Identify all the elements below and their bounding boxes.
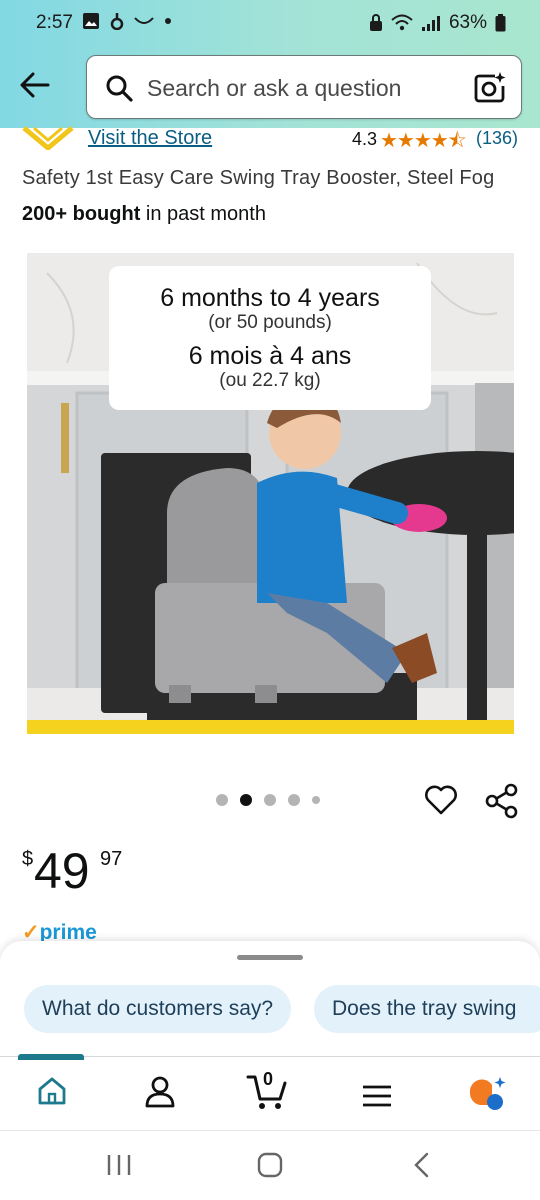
price-currency: $ <box>22 848 34 870</box>
bottom-nav: 0 <box>0 1054 540 1130</box>
carousel-dot[interactable] <box>216 794 228 806</box>
wishlist-heart-icon[interactable] <box>424 784 458 816</box>
price-fraction: 97 <box>100 848 123 870</box>
carousel-dot-active[interactable] <box>240 794 252 806</box>
battery-icon <box>495 14 506 32</box>
visit-store-link[interactable]: Visit the Store <box>88 127 212 150</box>
age-range-fr: 6 mois à 4 ans <box>188 342 352 370</box>
search-bar[interactable] <box>86 55 522 119</box>
back-button-icon[interactable] <box>410 1151 432 1179</box>
sheet-grabber[interactable] <box>237 955 303 960</box>
menu-icon[interactable] <box>362 1085 392 1107</box>
star-rating[interactable]: ★★★★⯪ <box>380 126 467 160</box>
cart-button[interactable]: 0 <box>246 1069 290 1111</box>
image-icon <box>83 13 99 29</box>
carousel-dot[interactable] <box>264 794 276 806</box>
dot-icon <box>165 18 171 24</box>
product-title: Safety 1st Easy Care Swing Tray Booster,… <box>22 167 495 189</box>
cleaner-icon <box>110 13 124 30</box>
rufus-icon[interactable] <box>466 1075 508 1111</box>
price-whole: 49 <box>34 843 90 899</box>
suggestions-sheet: What do customers say? Does the tray swi… <box>0 941 540 1059</box>
status-notifications <box>82 12 172 30</box>
review-count-link[interactable]: (136) <box>476 128 518 149</box>
search-input[interactable] <box>147 74 467 102</box>
age-range-en: 6 months to 4 years <box>160 284 380 312</box>
android-nav-bar <box>0 1130 540 1200</box>
bought-count-bold: 200+ bought <box>22 203 141 225</box>
signal-icon <box>421 16 440 31</box>
store-row: Visit the Store 4.3 ★★★★⯪ (136) <box>0 126 540 152</box>
wifi-icon <box>391 14 413 31</box>
suggestion-chip[interactable]: Does the tray swing <box>314 985 540 1033</box>
wave-icon <box>134 17 154 24</box>
suggestion-chip[interactable]: What do customers say? <box>24 985 292 1033</box>
weight-limit-fr: (ou 22.7 kg) <box>219 370 321 391</box>
weight-limit-en: (or 50 pounds) <box>208 312 332 333</box>
search-icon <box>106 75 133 102</box>
bought-count: 200+ bought in past month <box>22 203 266 226</box>
carousel-dot[interactable] <box>312 796 320 804</box>
product-image[interactable]: 6 months to 4 years (or 50 pounds) 6 moi… <box>27 253 514 734</box>
cart-count: 0 <box>263 1069 274 1089</box>
recent-apps-icon[interactable] <box>106 1151 132 1179</box>
status-bar: 2:57 63% <box>0 0 540 46</box>
status-time: 2:57 <box>36 12 73 33</box>
home-button-icon[interactable] <box>256 1151 284 1179</box>
rating-value: 4.3 <box>352 129 378 149</box>
brand-logo <box>22 126 74 150</box>
back-arrow-icon[interactable] <box>18 68 52 102</box>
carousel-dot[interactable] <box>288 794 300 806</box>
bought-count-rest: in past month <box>140 203 266 225</box>
vpn-icon <box>369 14 382 31</box>
age-range-card: 6 months to 4 years (or 50 pounds) 6 moi… <box>109 266 431 410</box>
nav-active-indicator <box>18 1054 84 1060</box>
carousel-indicator <box>216 794 320 806</box>
account-icon[interactable] <box>144 1075 176 1109</box>
battery-percent: 63% <box>448 12 487 33</box>
camera-search-icon[interactable] <box>473 70 507 104</box>
status-system: 63% <box>369 12 506 34</box>
home-icon[interactable] <box>36 1075 68 1107</box>
share-icon[interactable] <box>484 783 520 819</box>
